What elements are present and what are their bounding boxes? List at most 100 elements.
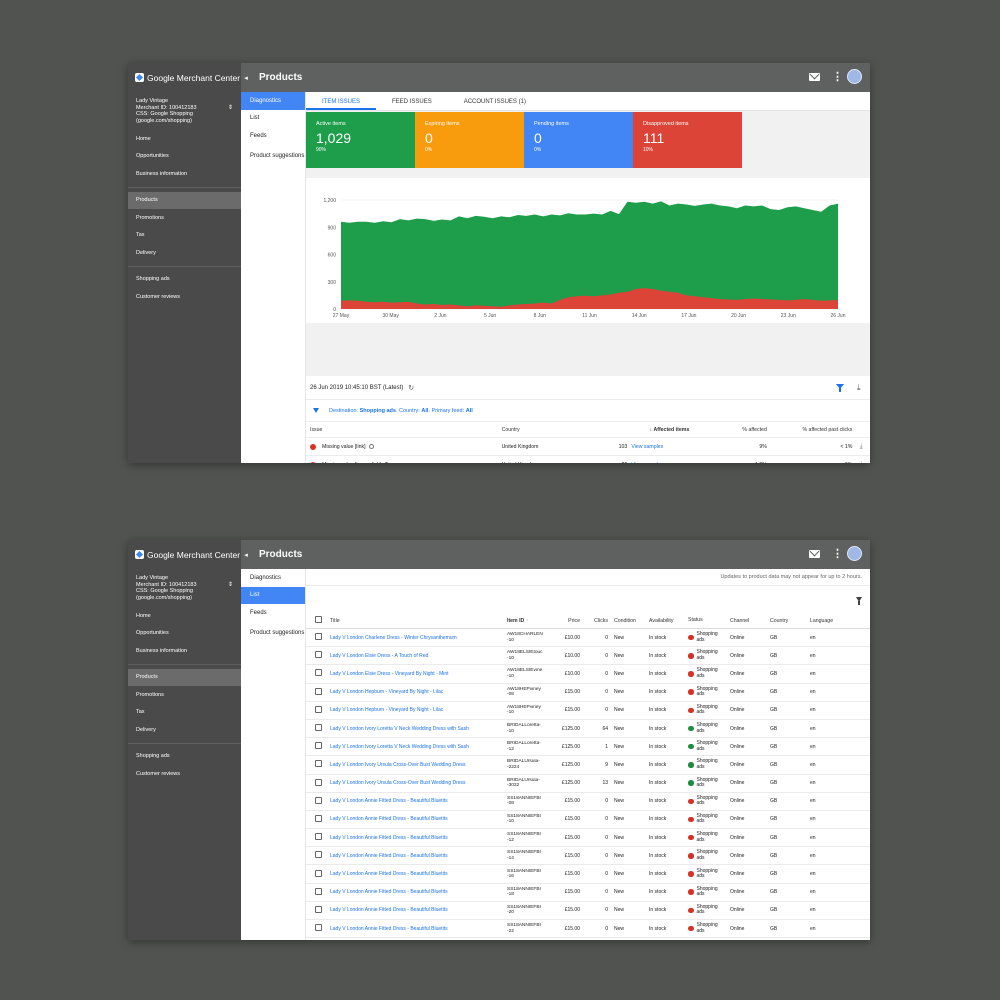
brand[interactable]: Google Merchant Center: [128, 63, 241, 92]
product-title-link[interactable]: Lady V London Annie Fitted Dress - Beaut…: [330, 853, 507, 859]
sidebar-item-business-information[interactable]: Business information: [128, 165, 241, 183]
pending-items-card[interactable]: Pending items 0 0%: [524, 112, 633, 168]
status-cell[interactable]: Shopping ads: [688, 668, 730, 679]
row-checkbox[interactable]: [315, 851, 322, 859]
subnav-item-list[interactable]: List: [241, 110, 305, 128]
row-checkbox[interactable]: [315, 687, 322, 695]
col-clicks[interactable]: Clicks: [580, 618, 608, 624]
status-cell[interactable]: Shopping ads: [688, 831, 730, 843]
row-checkbox[interactable]: [315, 760, 322, 768]
status-cell[interactable]: Shopping ads: [688, 813, 730, 825]
col-country[interactable]: Country: [770, 618, 810, 624]
col-channel[interactable]: Channel: [730, 618, 770, 624]
view-samples-link[interactable]: View samples: [627, 444, 689, 450]
row-checkbox[interactable]: [315, 724, 322, 732]
sidebar-item-products[interactable]: Products: [128, 191, 241, 209]
status-cell[interactable]: Shopping ads: [688, 886, 730, 898]
product-title-link[interactable]: Lady V London Ivory Ursula Cross-Over Bu…: [330, 780, 507, 786]
row-checkbox[interactable]: [315, 669, 322, 677]
col-condition[interactable]: Condition: [608, 618, 649, 624]
select-all-checkbox[interactable]: [315, 616, 322, 623]
download-icon[interactable]: ⤓: [852, 461, 870, 464]
status-cell[interactable]: Shopping ads: [688, 740, 730, 752]
row-checkbox[interactable]: [315, 742, 322, 750]
sidebar-item-shopping-ads[interactable]: Shopping ads: [128, 271, 241, 289]
product-title-link[interactable]: Lady V London Charlene Dress - Winter Ch…: [330, 635, 507, 641]
status-cell[interactable]: Shopping ads: [688, 904, 730, 916]
more-options-icon[interactable]: ⋮: [832, 547, 843, 561]
avatar[interactable]: [847, 69, 862, 84]
status-cell[interactable]: Shopping ads: [688, 704, 730, 716]
subnav-item-list[interactable]: List: [241, 586, 305, 604]
sidebar-item-customer-reviews[interactable]: Customer reviews: [128, 288, 241, 306]
sidebar-item-tax[interactable]: Tax: [128, 704, 241, 722]
subnav-item-feeds[interactable]: Feeds: [241, 127, 305, 145]
brand[interactable]: Google Merchant Center: [128, 540, 241, 569]
product-title-link[interactable]: Lady V London Ivory Loretta V Neck Weddi…: [330, 744, 507, 750]
more-options-icon[interactable]: ⋮: [832, 70, 843, 84]
sidebar-item-home[interactable]: Home: [128, 607, 241, 625]
col-pct-affected[interactable]: % affected: [689, 427, 766, 433]
unfold-icon[interactable]: ⇕: [228, 582, 233, 589]
download-icon[interactable]: ⤓: [857, 383, 861, 393]
col-country[interactable]: Country: [502, 427, 595, 433]
row-checkbox[interactable]: [315, 924, 322, 932]
col-affected-items[interactable]: ↓ Affected items: [595, 427, 690, 433]
subnav-item-diagnostics[interactable]: Diagnostics: [241, 569, 305, 587]
row-checkbox[interactable]: [315, 633, 322, 641]
active-items-card[interactable]: Active items 1,029 90%: [306, 112, 415, 168]
unfold-icon[interactable]: ⇕: [228, 105, 233, 112]
row-checkbox[interactable]: [315, 833, 322, 841]
status-cell[interactable]: Shopping ads: [688, 650, 730, 661]
collapse-nav-icon[interactable]: ◂: [241, 63, 251, 92]
filter-icon[interactable]: [856, 597, 862, 605]
filter-icon[interactable]: [836, 384, 844, 392]
row-checkbox[interactable]: [315, 778, 322, 786]
col-availability[interactable]: Availability: [649, 618, 688, 624]
tab-account-issues[interactable]: ACCOUNT ISSUES (1): [448, 99, 542, 110]
product-title-link[interactable]: Lady V London Elsie Dress - Vineyard By …: [330, 671, 507, 677]
col-title[interactable]: Title: [330, 618, 507, 624]
sidebar-item-delivery[interactable]: Delivery: [128, 244, 241, 262]
row-checkbox[interactable]: [315, 814, 322, 822]
row-checkbox[interactable]: [315, 705, 322, 713]
col-price[interactable]: Price: [544, 618, 580, 624]
avatar[interactable]: [847, 546, 862, 561]
sidebar-item-promotions[interactable]: Promotions: [128, 209, 241, 227]
col-pct-clicks[interactable]: % affected past clicks: [767, 427, 853, 433]
sidebar-item-delivery[interactable]: Delivery: [128, 721, 241, 739]
sidebar-item-opportunities[interactable]: Opportunities: [128, 148, 241, 166]
account-switcher[interactable]: Lady Vintage Merchant ID: 100412183 CSS:…: [128, 569, 241, 607]
subnav-item-feeds[interactable]: Feeds: [241, 604, 305, 622]
row-checkbox[interactable]: [315, 869, 322, 877]
issue-row[interactable]: Missing value [link] United Kingdom 103 Vie…: [306, 438, 870, 456]
destination-filter-bar[interactable]: Destination: Shopping ads. Country: All.…: [306, 400, 870, 422]
status-cell[interactable]: Shopping ads: [688, 850, 730, 861]
sidebar-item-home[interactable]: Home: [128, 130, 241, 148]
col-status[interactable]: Status: [688, 617, 730, 624]
status-cell[interactable]: Shopping ads: [688, 631, 730, 643]
status-cell[interactable]: Shopping ads: [688, 922, 730, 934]
product-title-link[interactable]: Lady V London Annie Fitted Dress - Beaut…: [330, 871, 507, 877]
sidebar-item-promotions[interactable]: Promotions: [128, 686, 241, 704]
subnav-item-diagnostics[interactable]: Diagnostics: [241, 92, 305, 110]
collapse-nav-icon[interactable]: ◂: [241, 540, 251, 569]
col-language[interactable]: Language: [810, 618, 840, 624]
subnav-item-product-suggestions[interactable]: Product suggestions: [241, 145, 305, 169]
col-issue[interactable]: Issue: [306, 427, 502, 433]
mail-icon[interactable]: [809, 550, 820, 558]
status-cell[interactable]: Shopping ads: [688, 795, 730, 807]
status-cell[interactable]: Shopping ads: [688, 722, 730, 734]
sidebar-item-tax[interactable]: Tax: [128, 227, 241, 245]
row-checkbox[interactable]: [315, 796, 322, 804]
sidebar-item-shopping-ads[interactable]: Shopping ads: [128, 748, 241, 766]
status-cell[interactable]: Shopping ads: [688, 686, 730, 698]
sidebar-item-customer-reviews[interactable]: Customer reviews: [128, 765, 241, 783]
help-icon[interactable]: [384, 462, 390, 463]
product-title-link[interactable]: Lady V London Elsie Dress - A Touch of R…: [330, 653, 507, 659]
product-title-link[interactable]: Lady V London Annie Fitted Dress - Beaut…: [330, 889, 507, 895]
sidebar-item-products[interactable]: Products: [128, 668, 241, 686]
row-checkbox[interactable]: [315, 887, 322, 895]
sidebar-item-business-information[interactable]: Business information: [128, 642, 241, 660]
row-checkbox[interactable]: [315, 905, 322, 913]
